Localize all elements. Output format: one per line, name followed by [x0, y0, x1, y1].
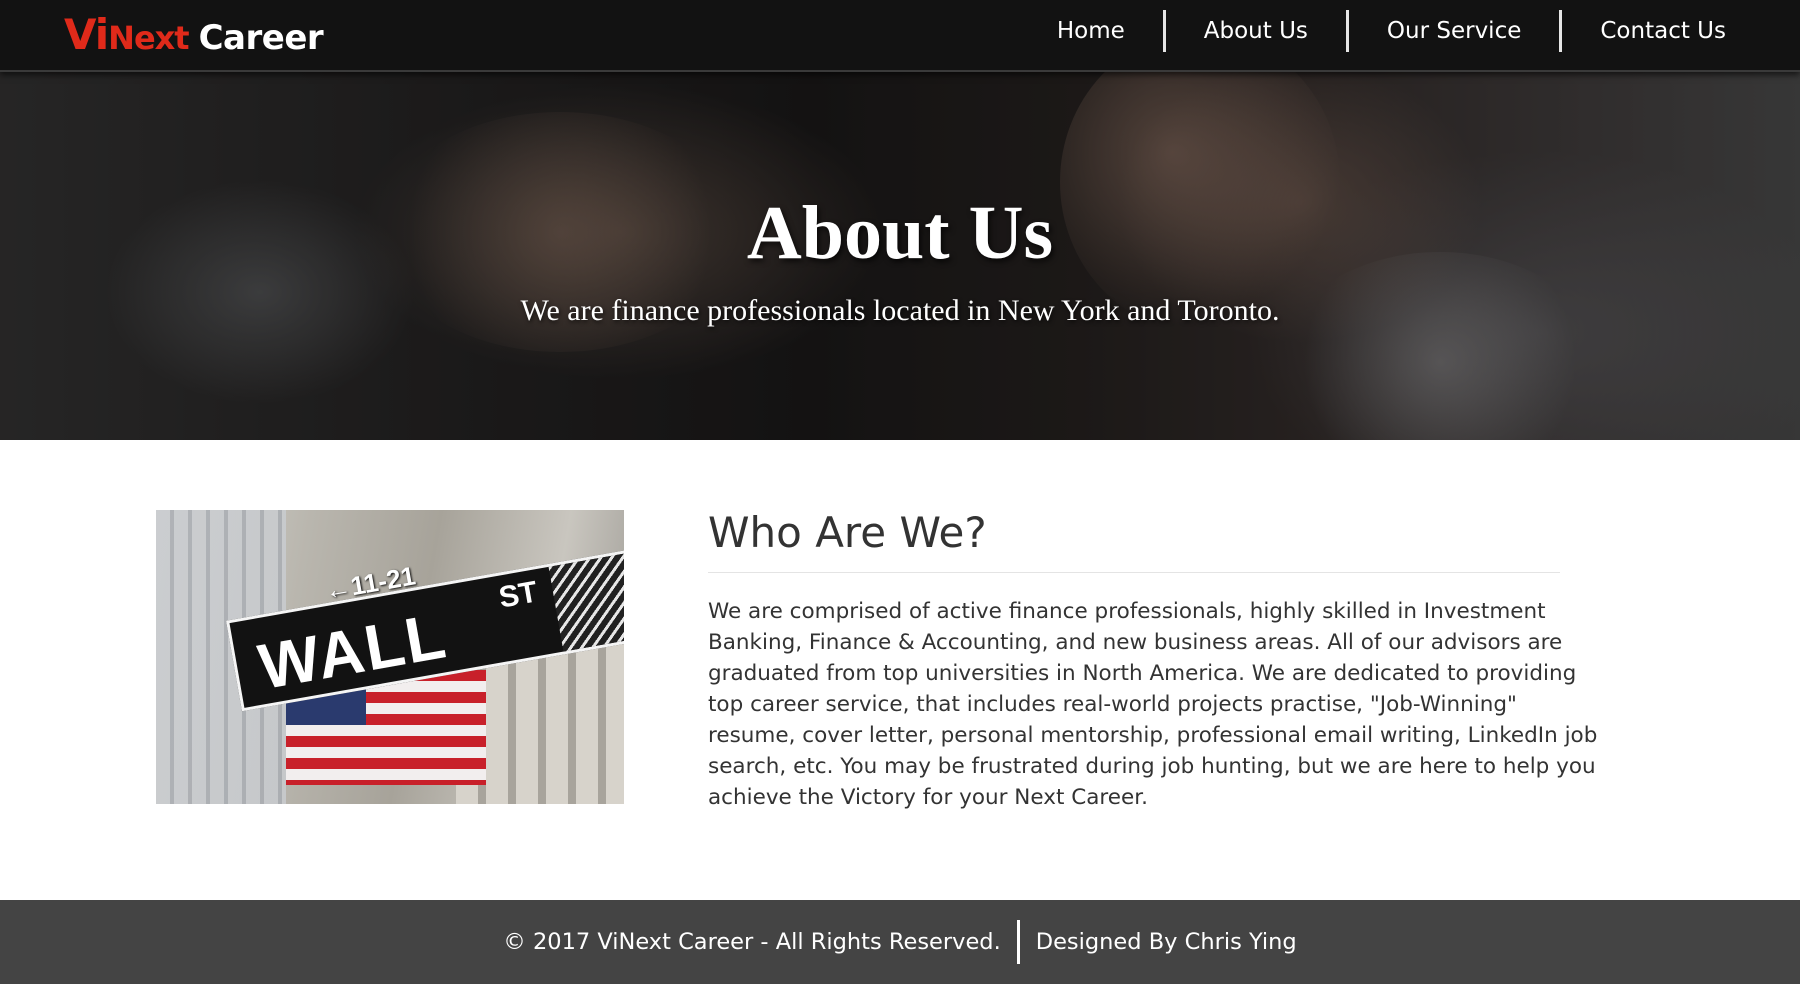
- nav-item-home[interactable]: Home: [1019, 10, 1163, 52]
- sign-address-text: ←11-21: [322, 560, 418, 606]
- section-body-text: We are comprised of active finance profe…: [708, 599, 1598, 810]
- main-nav: Home About Us Our Service Contact Us: [1019, 10, 1764, 52]
- footer-designer: Designed By Chris Ying: [1035, 929, 1297, 955]
- logo-vi-text: Vi: [64, 10, 109, 59]
- section-heading: Who Are We?: [708, 508, 987, 557]
- logo-career-text: Career: [198, 18, 324, 58]
- logo-next-text: Next: [108, 19, 189, 57]
- sign-grill: [548, 551, 624, 652]
- hero-title: About Us: [746, 191, 1054, 275]
- footer: © 2017 ViNext Career - All Rights Reserv…: [0, 900, 1800, 984]
- hero-subtitle: We are finance professionals located in …: [520, 294, 1280, 327]
- section-divider: [708, 572, 1560, 573]
- footer-copyright: © 2017 ViNext Career - All Rights Reserv…: [503, 929, 1001, 955]
- nav-item-our-service[interactable]: Our Service: [1349, 10, 1559, 52]
- nav-item-contact-us[interactable]: Contact Us: [1562, 10, 1764, 52]
- top-navbar: Vi Next Career Home About Us Our Service…: [0, 0, 1800, 72]
- brand-logo[interactable]: Vi Next Career: [64, 10, 324, 62]
- sign-st-text: ST: [496, 575, 540, 615]
- wall-street-photo: ←11-21 WALL ST: [156, 510, 624, 804]
- nav-item-about-us[interactable]: About Us: [1166, 10, 1346, 52]
- hero-banner: About Us We are finance professionals lo…: [0, 72, 1800, 440]
